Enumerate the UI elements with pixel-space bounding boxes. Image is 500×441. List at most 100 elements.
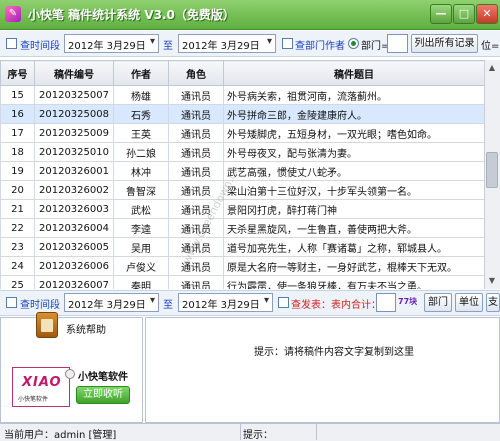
current-user: 当前用户：admin [管理] <box>4 430 117 441</box>
dept-author-checkbox[interactable] <box>282 38 293 49</box>
column-header[interactable]: 序号 <box>0 60 35 86</box>
table-row[interactable]: 18 20120325010 孙二娘 通讯员 外号母夜叉，配与张清为妻。 <box>0 142 484 162</box>
status-hint: 提示： <box>243 430 273 441</box>
row-number-cell: 15 <box>0 85 35 105</box>
buy-button[interactable]: 立即收听 <box>76 386 130 404</box>
author-cell: 林冲 <box>113 161 169 181</box>
scroll-down-icon[interactable]: ▼ <box>486 275 498 287</box>
manuscript-id-cell: 20120326001 <box>34 161 114 181</box>
date-from-value: 2012年 3月29日 <box>68 300 146 311</box>
author-cell: 吴用 <box>113 237 169 257</box>
table-row[interactable]: 25 20120326007 秦明 通讯员 行为霹雳，使一条狼牙棒，有万夫不当之勇。 <box>0 275 484 289</box>
table-row[interactable]: 15 20120325007 杨雄 通讯员 外号病关索，祖贯河南，流落蓟州。 <box>0 85 484 105</box>
paste-hint: 提示：请将稿件内容文字复制到这里 <box>254 347 414 358</box>
column-header[interactable]: 稿件题目 <box>223 60 484 86</box>
chevron-down-icon: ▾ <box>266 36 272 47</box>
chevron-down-icon: ▾ <box>149 36 155 47</box>
manuscript-id-cell: 20120326006 <box>34 256 114 276</box>
role-cell: 通讯员 <box>168 161 224 181</box>
manuscript-id-cell: 20120325010 <box>34 142 114 162</box>
column-header[interactable]: 作者 <box>113 60 169 86</box>
date-from-value: 2012年 3月29日 <box>68 41 146 52</box>
published-checkbox[interactable] <box>278 297 289 308</box>
row-number-cell: 25 <box>0 275 35 289</box>
manuscript-title-cell: 武艺高强，惯使丈八蛇矛。 <box>223 161 484 181</box>
minimize-button[interactable]: — <box>430 4 452 24</box>
table-row[interactable]: 22 20120326004 李逵 通讯员 天杀星黑旋风，一生鲁直，善使两把大斧。 <box>0 218 484 238</box>
manuscript-id-cell: 20120325007 <box>34 85 114 105</box>
dept-input[interactable] <box>387 34 408 53</box>
date-to-picker[interactable]: 2012年 3月29日 ▾ <box>178 34 276 53</box>
chevron-down-icon: ▾ <box>149 295 155 306</box>
table-row[interactable]: 17 20120325009 王英 通讯员 外号矮脚虎，五短身材，一双光眼；嗜色如命。 <box>0 123 484 143</box>
author-cell: 杨雄 <box>113 85 169 105</box>
date-to-value: 2012年 3月29日 <box>182 300 260 311</box>
author-cell: 王英 <box>113 123 169 143</box>
row-number-cell: 17 <box>0 123 35 143</box>
table-row[interactable]: 16 20120325008 石秀 通讯员 外号拼命三郎，金陵建康府人。 <box>0 104 484 124</box>
table-row[interactable]: 20 20120326002 鲁智深 通讯员 梁山泊第十三位好汉，十步军头领第一名。 <box>0 180 484 200</box>
row-number-cell: 24 <box>0 256 35 276</box>
row-number-cell: 21 <box>0 199 35 219</box>
dept-author-label: 查部门作者 <box>295 41 345 52</box>
position-label: 位= <box>481 41 500 52</box>
maximize-button[interactable]: □ <box>453 4 475 24</box>
unit-button[interactable]: 单位 <box>455 293 483 312</box>
table-row[interactable]: 23 20120326005 吴用 通讯员 道号加亮先生，人称「赛诸葛」之称，郓城县人。 <box>0 237 484 257</box>
manuscript-title-cell: 行为霹雳，使一条狼牙棒，有万夫不当之勇。 <box>223 275 484 289</box>
role-cell: 通讯员 <box>168 142 224 162</box>
time-filter-label-bottom: 查时间段 <box>20 300 60 311</box>
table-row[interactable]: 19 20120326001 林冲 通讯员 武艺高强，惯使丈八蛇矛。 <box>0 161 484 181</box>
row-number-cell: 18 <box>0 142 35 162</box>
manuscript-title-cell: 道号加亮先生，人称「赛诸葛」之称，郓城县人。 <box>223 237 484 257</box>
extra-button[interactable]: 支 <box>486 293 500 312</box>
scroll-up-icon[interactable]: ▲ <box>486 62 498 74</box>
role-cell: 通讯员 <box>168 275 224 289</box>
list-all-button[interactable]: 列出所有记录 <box>411 34 478 53</box>
row-number-cell: 16 <box>0 104 35 124</box>
logo-text: XIAO <box>22 375 62 390</box>
help-book-icon[interactable] <box>36 312 58 338</box>
time-filter-checkbox-bottom[interactable] <box>6 297 17 308</box>
manuscript-id-cell: 20120326005 <box>34 237 114 257</box>
role-cell: 通讯员 <box>168 256 224 276</box>
total-input[interactable] <box>376 293 396 312</box>
dept-button[interactable]: 部门 <box>424 293 452 312</box>
author-cell: 卢俊义 <box>113 256 169 276</box>
close-button[interactable]: ✕ <box>476 4 498 24</box>
app-pen-icon: ✎ <box>5 6 21 22</box>
published-label: 查发表：表内合计： <box>291 300 381 311</box>
total-value: 77块 <box>398 297 418 306</box>
manuscript-id-cell: 20120326002 <box>34 180 114 200</box>
help-label[interactable]: 系统帮助 <box>66 321 106 336</box>
to-label: 至 <box>163 41 173 52</box>
table-header: 序号 稿件编号 作者 角色 稿件题目 <box>0 60 484 86</box>
column-header[interactable]: 角色 <box>168 60 224 86</box>
row-number-cell: 22 <box>0 218 35 238</box>
chevron-down-icon: ▾ <box>263 295 269 306</box>
paste-area[interactable] <box>145 317 500 423</box>
manuscript-title-cell: 外号拼命三郎，金陵建康府人。 <box>223 104 484 124</box>
manuscript-id-cell: 20120326003 <box>34 199 114 219</box>
dept-radio[interactable] <box>348 38 359 49</box>
date-to-value: 2012年 3月29日 <box>182 41 260 52</box>
manuscript-id-cell: 20120326004 <box>34 218 114 238</box>
table-row[interactable]: 21 20120326003 武松 通讯员 景阳冈打虎，醉打蒋门神 <box>0 199 484 219</box>
date-from-picker-bottom[interactable]: 2012年 3月29日 ▾ <box>64 293 159 312</box>
author-cell: 石秀 <box>113 104 169 124</box>
row-number-cell: 23 <box>0 237 35 257</box>
date-to-picker-bottom[interactable]: 2012年 3月29日 ▾ <box>178 293 273 312</box>
table-row[interactable]: 24 20120326006 卢俊义 通讯员 原是大名府一等财主，一身好武艺，棍棒天下无… <box>0 256 484 276</box>
time-filter-checkbox[interactable] <box>6 38 17 49</box>
scrollbar-thumb[interactable] <box>486 152 498 188</box>
brand-icon <box>65 369 75 379</box>
manuscript-title-cell: 景阳冈打虎，醉打蒋门神 <box>223 199 484 219</box>
author-cell: 武松 <box>113 199 169 219</box>
date-from-picker[interactable]: 2012年 3月29日 ▾ <box>64 34 159 53</box>
manuscript-title-cell: 原是大名府一等财主，一身好武艺，棍棒天下无双。 <box>223 256 484 276</box>
logo-subtext: 小快笔软件 <box>18 396 49 403</box>
window-title: 小快笔 稿件统计系统 V3.0（免费版） <box>28 8 235 22</box>
manuscript-title-cell: 外号病关索，祖贯河南，流落蓟州。 <box>223 85 484 105</box>
column-header[interactable]: 稿件编号 <box>34 60 114 86</box>
row-number-cell: 20 <box>0 180 35 200</box>
